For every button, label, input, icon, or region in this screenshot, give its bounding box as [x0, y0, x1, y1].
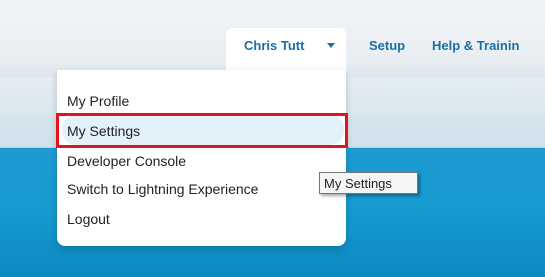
- menu-item-developer-console[interactable]: Developer Console: [67, 152, 186, 170]
- menu-item-logout[interactable]: Logout: [67, 210, 110, 228]
- menu-item-my-profile[interactable]: My Profile: [67, 92, 129, 110]
- user-menu-dropdown: My Profile My Settings Developer Console…: [57, 70, 346, 246]
- help-training-link[interactable]: Help & Trainin: [432, 38, 519, 54]
- tooltip: My Settings: [319, 172, 418, 194]
- menu-item-switch-to-lightning[interactable]: Switch to Lightning Experience: [67, 180, 258, 198]
- annotation-highlight-box: [56, 113, 348, 148]
- chevron-down-icon[interactable]: [327, 43, 335, 48]
- setup-link[interactable]: Setup: [369, 38, 405, 54]
- user-menu-button[interactable]: Chris Tutt: [244, 38, 304, 54]
